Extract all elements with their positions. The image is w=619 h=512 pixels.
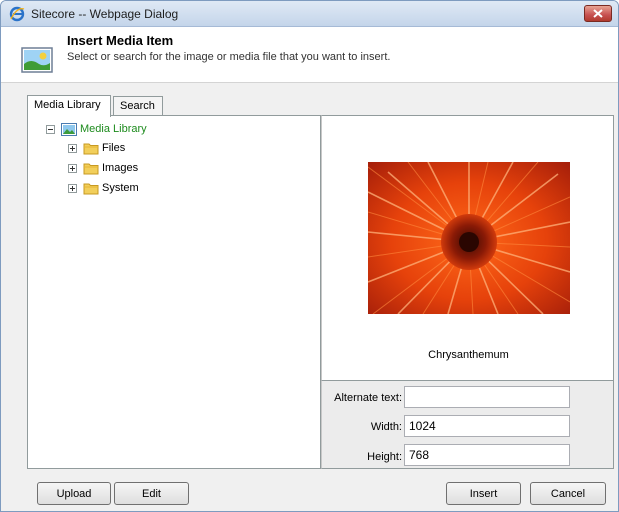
tree-item-system[interactable]: System (68, 180, 139, 196)
dialog-window: Sitecore -- Webpage Dialog Insert Media … (0, 0, 619, 512)
tab-media-library[interactable]: Media Library (27, 95, 111, 117)
folder-icon (83, 143, 99, 154)
image-properties: Alternate text: Width: Height: (321, 381, 614, 469)
alt-text-input[interactable] (404, 386, 570, 408)
close-icon (593, 9, 603, 18)
height-input[interactable] (404, 444, 570, 466)
tree-item-media-library[interactable]: Media Library (46, 121, 147, 137)
tree-item-label: Media Library (80, 123, 147, 135)
tree-item-label: Images (102, 162, 139, 174)
media-image-icon (21, 47, 53, 73)
tree-item-label: System (102, 182, 139, 194)
tab-search[interactable]: Search (113, 96, 163, 116)
cancel-button[interactable]: Cancel (530, 482, 606, 505)
ie-icon (9, 6, 25, 22)
window-title: Sitecore -- Webpage Dialog (31, 7, 179, 21)
preview-caption: Chrysanthemum (428, 349, 509, 361)
dialog-subtitle: Select or search for the image or media … (67, 51, 391, 63)
width-label: Width: (370, 421, 402, 433)
dialog-title: Insert Media Item (67, 33, 174, 48)
folder-icon (83, 183, 99, 194)
tree-item-label: Files (102, 142, 126, 154)
expand-icon[interactable] (68, 183, 77, 193)
tree-item-images[interactable]: Images (68, 160, 138, 176)
expand-icon[interactable] (68, 163, 77, 173)
folder-icon (83, 163, 99, 174)
preview-panel: Chrysanthemum (321, 115, 614, 381)
width-input[interactable] (404, 415, 570, 437)
alt-text-label: Alternate text: (334, 392, 402, 404)
expand-icon[interactable] (68, 143, 77, 153)
close-button[interactable] (584, 5, 612, 22)
preview-image (368, 162, 570, 314)
media-library-icon (61, 122, 77, 136)
collapse-icon[interactable] (46, 124, 55, 134)
media-tree: Media Library Files Images System (27, 115, 321, 469)
tree-item-files[interactable]: Files (68, 140, 125, 156)
dialog-header: Insert Media Item Select or search for t… (1, 27, 618, 83)
insert-button[interactable]: Insert (446, 482, 521, 505)
height-label: Height: (367, 451, 402, 463)
upload-button[interactable]: Upload (37, 482, 111, 505)
title-bar[interactable]: Sitecore -- Webpage Dialog (1, 1, 618, 27)
edit-button[interactable]: Edit (114, 482, 189, 505)
